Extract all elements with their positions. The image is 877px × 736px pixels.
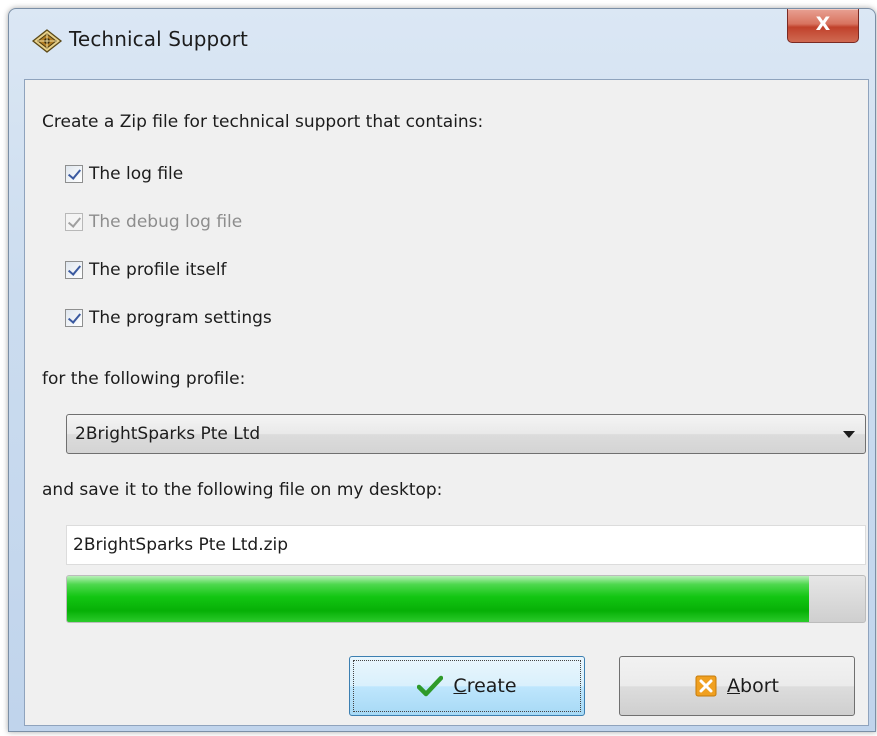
abort-button[interactable]: Abort	[619, 656, 855, 716]
app-logo-icon	[31, 29, 63, 53]
option-profile-itself[interactable]: The profile itself	[65, 258, 227, 282]
abort-icon	[695, 675, 717, 697]
zip-filename-field[interactable]: 2BrightSparks Pte Ltd.zip	[66, 525, 866, 565]
close-icon: X	[815, 13, 831, 35]
program-settings-label: The program settings	[89, 308, 272, 328]
abort-button-label: Abort	[727, 675, 779, 697]
profile-itself-label: The profile itself	[89, 260, 227, 280]
log-file-label: The log file	[89, 164, 184, 184]
progress-bar-fill	[67, 576, 810, 622]
profile-select-value: 2BrightSparks Pte Ltd	[75, 424, 261, 444]
log-file-checkbox[interactable]	[65, 165, 83, 183]
create-button[interactable]: Create	[349, 656, 585, 716]
debug-log-file-label: The debug log file	[89, 212, 243, 232]
profile-itself-checkbox[interactable]	[65, 261, 83, 279]
close-button[interactable]: X	[787, 9, 859, 43]
dialog-body: Create a Zip file for technical support …	[24, 79, 869, 726]
window-title: Technical Support	[69, 27, 248, 51]
create-button-label: Create	[453, 675, 517, 697]
profile-select[interactable]: 2BrightSparks Pte Ltd	[66, 414, 866, 454]
profile-label: for the following profile:	[42, 369, 246, 389]
technical-support-dialog: Technical Support X Create a Zip file fo…	[8, 8, 876, 732]
title-bar[interactable]: Technical Support X	[9, 9, 875, 65]
option-program-settings[interactable]: The program settings	[65, 306, 272, 330]
zip-filename-value: 2BrightSparks Pte Ltd.zip	[73, 535, 289, 555]
chevron-down-icon[interactable]	[843, 431, 855, 438]
intro-label: Create a Zip file for technical support …	[42, 112, 484, 132]
progress-bar	[66, 575, 866, 623]
debug-log-file-checkbox	[65, 213, 83, 231]
option-log-file[interactable]: The log file	[65, 162, 183, 186]
checkmark-icon	[417, 675, 444, 697]
option-debug-log-file: The debug log file	[65, 210, 242, 234]
save-label: and save it to the following file on my …	[42, 480, 443, 500]
program-settings-checkbox[interactable]	[65, 309, 83, 327]
